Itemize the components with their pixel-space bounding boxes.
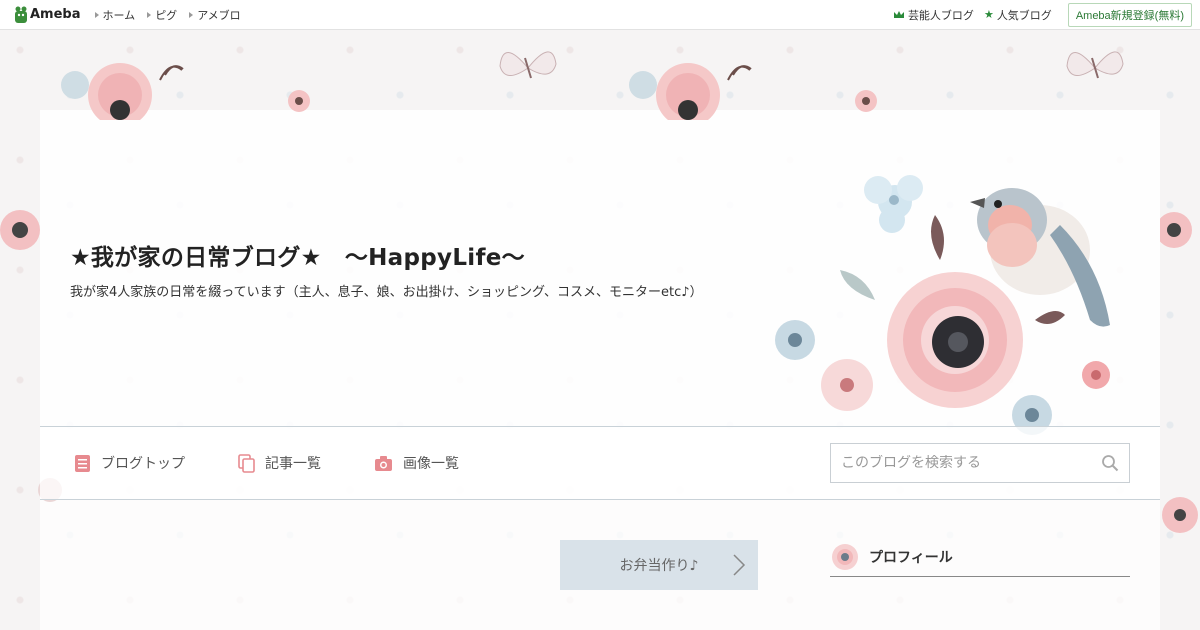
profile-heading: プロフィール	[830, 537, 1130, 577]
document-icon	[75, 454, 90, 472]
copy-icon	[238, 453, 255, 473]
crown-icon	[893, 10, 904, 18]
flower-illustration-small	[288, 90, 310, 112]
search-icon[interactable]	[1101, 454, 1119, 472]
next-entry-button[interactable]: お弁当作り♪	[560, 540, 758, 590]
butterfly-illustration-right	[1066, 51, 1124, 79]
blog-nav: ブログトップ 記事一覧 画像一覧	[40, 426, 1160, 500]
blog-description: 我が家4人家族の日常を綴っています（主人、息子、娘、お出掛け、ショッピング、コス…	[70, 285, 703, 300]
global-nav: ホーム ピグ アメブロ	[94, 7, 241, 23]
celebrity-blog-label: 芸能人ブログ	[907, 8, 974, 22]
triangle-icon	[94, 11, 99, 18]
nav-blog-top[interactable]: ブログトップ	[74, 453, 185, 473]
global-links: 芸能人ブログ ★ 人気ブログ Ameba新規登録(無料)	[893, 2, 1192, 27]
blue-flower-icon	[864, 175, 923, 233]
ameba-logo[interactable]: Ameba	[14, 6, 81, 24]
flower-illustration-small-right	[855, 90, 877, 112]
ameba-mascot-icon	[15, 6, 27, 23]
global-nav-ameblo[interactable]: アメブロ	[189, 7, 241, 23]
flower-illustration-top-left	[61, 63, 184, 120]
logo-text: Ameba	[30, 7, 81, 22]
flower-illustration-top-middle	[629, 63, 752, 120]
celebrity-blog-link[interactable]: 芸能人ブログ	[893, 7, 974, 23]
global-nav-ameblo-label: アメブロ	[197, 8, 241, 22]
search-input[interactable]	[841, 455, 1101, 471]
global-nav-pigg[interactable]: ピグ	[147, 7, 177, 23]
profile-heading-label: プロフィール	[869, 549, 953, 566]
nav-image-list-label: 画像一覧	[403, 456, 459, 472]
nav-article-list-label: 記事一覧	[265, 456, 321, 472]
global-header: Ameba ホーム ピグ アメブロ 芸能人ブログ ★ 人気ブログ Ameba新規…	[0, 0, 1200, 30]
nav-image-list[interactable]: 画像一覧	[374, 453, 459, 473]
flower-illustration-bottom-right	[1162, 497, 1198, 533]
global-nav-home[interactable]: ホーム	[94, 7, 136, 23]
triangle-icon	[189, 11, 194, 18]
bird-flower-illustration	[775, 175, 1110, 435]
butterfly-illustration	[499, 51, 557, 79]
camera-icon	[375, 455, 392, 471]
popular-blog-link[interactable]: ★ 人気ブログ	[984, 7, 1052, 23]
flower-illustration-right-edge	[1160, 212, 1192, 248]
popular-blog-label: 人気ブログ	[996, 8, 1052, 22]
flower-illustration-left-edge	[0, 210, 40, 250]
nav-blog-top-label: ブログトップ	[101, 456, 185, 472]
blog-title[interactable]: ★我が家の日常ブログ★ ～HappyLife～	[70, 238, 525, 272]
global-nav-pigg-label: ピグ	[155, 8, 178, 22]
nav-article-list[interactable]: 記事一覧	[238, 453, 321, 473]
triangle-icon	[147, 11, 152, 18]
star-icon: ★	[983, 8, 994, 21]
chevron-right-icon	[733, 554, 746, 576]
next-entry-title: お弁当作り♪	[619, 558, 699, 574]
global-nav-home-label: ホーム	[102, 8, 136, 22]
flower-icon	[832, 543, 858, 570]
blog-search	[830, 443, 1130, 483]
register-button[interactable]: Ameba新規登録(無料)	[1067, 2, 1192, 27]
